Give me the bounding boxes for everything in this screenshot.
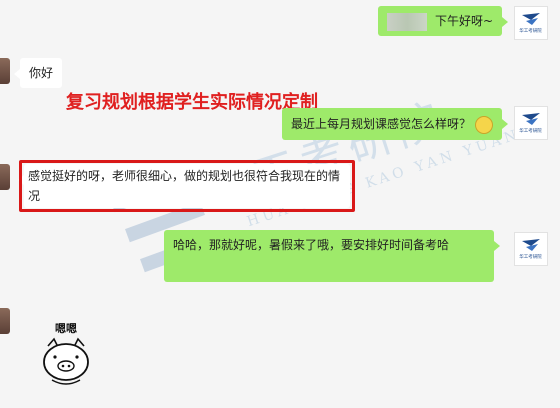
- avatar[interactable]: 华工考研院: [514, 106, 548, 140]
- message-text: 哈哈，那就好呢，暑假来了哦，要安排好时间备考哈: [173, 238, 450, 252]
- avatar[interactable]: [0, 58, 10, 84]
- logo-text: 华工考研院: [519, 254, 543, 260]
- message-bubble-outgoing[interactable]: 哈哈，那就好呢，暑假来了哦，要安排好时间备考哈: [164, 230, 500, 282]
- highlight-box: [19, 160, 355, 212]
- logo-text: 华工考研院: [519, 28, 543, 34]
- redacted-name: [386, 12, 427, 31]
- avatar[interactable]: [0, 164, 10, 190]
- avatar[interactable]: [0, 308, 10, 334]
- avatar[interactable]: 华工考研院: [514, 6, 548, 40]
- sticker-caption: 嗯嗯: [55, 322, 77, 335]
- message-text: 最近上每月规划课感觉怎么样呀？: [290, 117, 471, 131]
- avatar[interactable]: 华工考研院: [514, 232, 548, 266]
- pig-sticker[interactable]: 嗯嗯: [40, 320, 92, 386]
- message-text: 你好: [29, 66, 54, 80]
- logo-text: 华工考研院: [519, 128, 543, 134]
- logo-icon: [522, 239, 540, 251]
- message-bubble-outgoing[interactable]: 最近上每月规划课感觉怎么样呀？: [281, 108, 509, 140]
- smiley-emoji-icon: [475, 115, 493, 134]
- message-bubble-incoming[interactable]: 你好: [13, 58, 63, 88]
- pig-face-icon: [43, 337, 89, 385]
- message-text: 下午好呀~: [434, 14, 493, 28]
- logo-icon: [522, 13, 540, 25]
- message-bubble-outgoing[interactable]: 下午好呀~: [377, 6, 509, 36]
- annotation-caption: 复习规划根据学生实际情况定制: [66, 92, 318, 113]
- logo-icon: [522, 113, 540, 125]
